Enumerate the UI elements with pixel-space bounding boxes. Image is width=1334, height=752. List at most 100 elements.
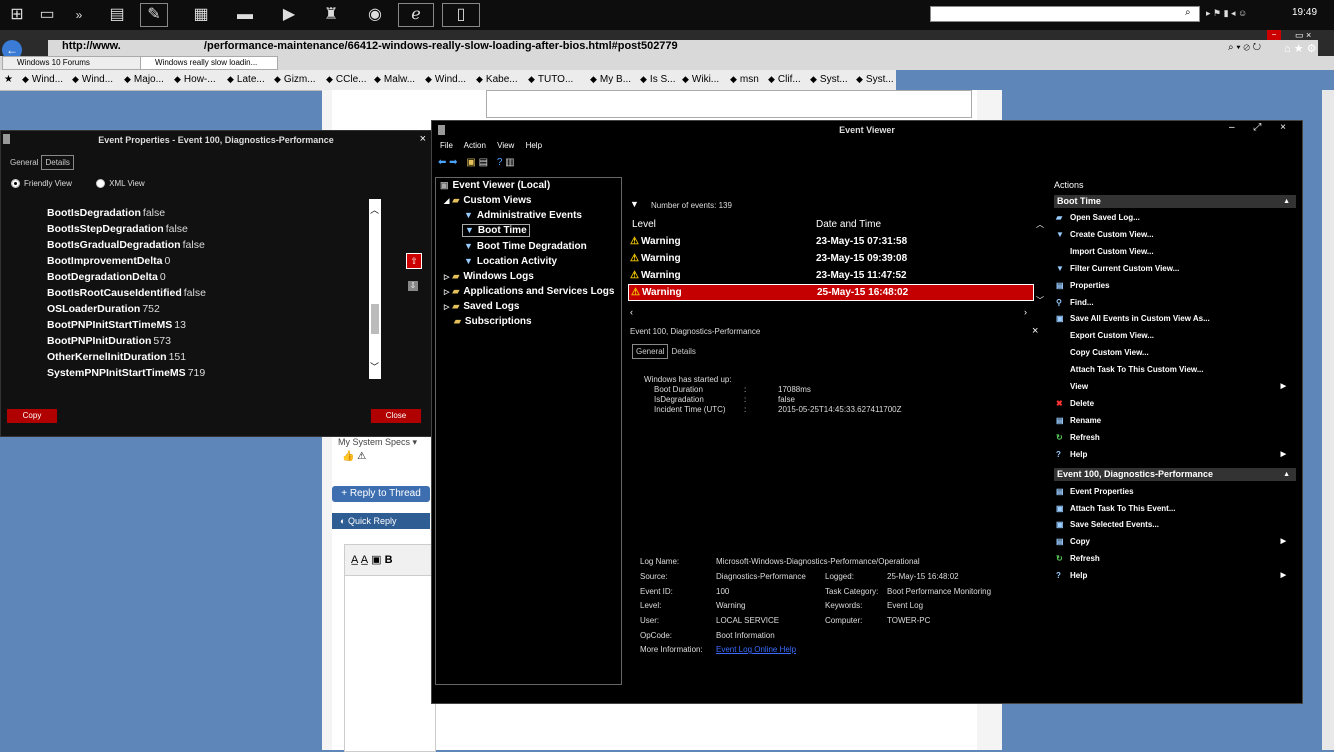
action-rename[interactable]: ▤ Rename (1056, 416, 1101, 425)
explorer-icon[interactable]: ▤ (104, 4, 130, 26)
minimize-browser-icon[interactable]: − (1267, 30, 1281, 40)
fav-item[interactable]: ◆ TUTO... (528, 74, 573, 85)
calc-icon[interactable]: ▯ (442, 3, 480, 27)
bottle-icon[interactable]: ♜ (318, 4, 344, 26)
fav-item[interactable]: ◆ CCle... (326, 74, 366, 85)
scroll-thumb[interactable] (371, 304, 379, 334)
tab-windows10forums[interactable]: Windows 10 Forums (2, 56, 144, 70)
xml-view-radio[interactable]: XML View (96, 179, 145, 189)
fav-item[interactable]: ◆ Wind... (22, 74, 63, 85)
action-save-all-events[interactable]: ▣ Save All Events in Custom View As... (1056, 314, 1210, 323)
table-row[interactable]: ⚠ Warning 23-May-15 09:39:08 (628, 251, 1032, 266)
flag-icon[interactable]: ▸ ⚑ ▮ ◂ ☺ (1206, 8, 1247, 19)
help-icon[interactable]: ? (497, 157, 503, 168)
action-filter-current-view[interactable]: ▼ Filter Current Custom View... (1056, 264, 1179, 273)
action-properties[interactable]: ▤ Properties (1056, 281, 1110, 290)
scroll-down-icon[interactable]: ﹀ (370, 360, 379, 373)
action-save-selected-events[interactable]: ▣ Save Selected Events... (1056, 520, 1159, 529)
reply-to-thread-button[interactable]: + Reply to Thread (332, 486, 430, 502)
tree-saved-logs[interactable]: ▷ ▰ Saved Logs (444, 301, 519, 312)
fav-item[interactable]: ◆ Wind... (425, 74, 466, 85)
thumbs-up-icon[interactable]: 👍 ⚠ (342, 451, 366, 462)
column-date-time[interactable]: Date and Time (816, 219, 881, 230)
tool-icon[interactable]: ✎ (140, 3, 168, 27)
fav-item[interactable]: ◆ Majo... (124, 74, 164, 85)
fav-item[interactable]: ◆ Late... (227, 74, 265, 85)
ie-icon[interactable]: ℯ (398, 3, 434, 27)
actions-section-boot-time[interactable]: Boot Time ▲ (1054, 195, 1296, 208)
favorites-star-icon[interactable]: ★ (4, 74, 13, 85)
action-view[interactable]: View ▶ (1056, 382, 1292, 391)
action-open-saved-log[interactable]: ▰ Open Saved Log... (1056, 213, 1140, 222)
action-delete[interactable]: ✖ Delete (1056, 399, 1094, 408)
tree-subscriptions[interactable]: ▰ Subscriptions (454, 316, 532, 327)
restore-browser-icon[interactable]: ▭ × (1295, 30, 1311, 41)
tree-windows-logs[interactable]: ▷ ▰ Windows Logs (444, 271, 534, 282)
tree-boot-time[interactable]: ▼ Boot Time (462, 224, 530, 237)
tree-boot-time-degradation[interactable]: ▼ Boot Time Degradation (464, 241, 587, 252)
tree-location-activity[interactable]: ▼ Location Activity (464, 256, 557, 267)
action-help[interactable]: ? Help ▶ (1056, 450, 1292, 459)
panel-icon[interactable]: ▥ (505, 157, 514, 168)
chrome-icon[interactable]: ◉ (362, 4, 388, 26)
back-icon[interactable]: ⬅ (438, 157, 446, 168)
action-refresh-event[interactable]: ↻ Refresh (1056, 554, 1100, 563)
close-button[interactable]: Close (371, 409, 421, 423)
page-scrollbar[interactable] (1322, 90, 1334, 750)
tree-root[interactable]: ▣ Event Viewer (Local) (440, 180, 550, 191)
action-find[interactable]: ⚲ Find... (1056, 298, 1094, 307)
friendly-view-radio[interactable]: Friendly View (11, 179, 72, 189)
action-create-custom-view[interactable]: ▼ Create Custom View... (1056, 230, 1154, 239)
action-attach-task-view[interactable]: Attach Task To This Custom View... (1056, 365, 1204, 374)
fav-item[interactable]: ◆ Is S... (640, 74, 675, 85)
scroll-left-icon[interactable]: ‹ (630, 307, 633, 317)
fav-item[interactable]: ◆ Clif... (768, 74, 801, 85)
details-scrollbar[interactable]: ︿ ﹀ (369, 199, 381, 379)
online-help-link[interactable]: Event Log Online Help (716, 645, 796, 654)
search-icon[interactable]: ⌕ (1185, 7, 1197, 19)
action-refresh[interactable]: ↻ Refresh (1056, 433, 1100, 442)
menu-file[interactable]: File (440, 141, 453, 150)
reply-editor[interactable]: A̲ A̲ ▣ B (344, 544, 436, 752)
folder-icon[interactable]: ▣ (466, 157, 475, 168)
tab-details[interactable]: Details (41, 155, 74, 170)
windows-icon[interactable]: ⊞ (4, 4, 30, 26)
close-detail-icon[interactable]: × (1032, 325, 1038, 337)
fav-item[interactable]: ◆ Kabe... (476, 74, 518, 85)
copy-button[interactable]: Copy (7, 409, 57, 423)
play-icon[interactable]: ▶ (276, 4, 302, 26)
detail-tab-details[interactable]: Details (668, 345, 698, 358)
grid-icon[interactable]: ▦ (188, 4, 214, 26)
menu-help[interactable]: Help (526, 141, 542, 150)
quick-reply-header[interactable]: ◐ Quick Reply (332, 513, 430, 529)
font-icon[interactable]: A̲ A̲ ▣ B (351, 553, 393, 566)
previous-event-icon[interactable]: ⇧ (406, 253, 422, 269)
fav-item[interactable]: ◆ My B... (590, 74, 631, 85)
list-icon[interactable]: ▤ (479, 157, 488, 168)
scroll-right-icon[interactable]: › (1024, 307, 1027, 317)
action-copy[interactable]: ▤ Copy ▶ (1056, 537, 1292, 546)
taskbar-search-input[interactable]: ⌕ (930, 6, 1200, 22)
clock[interactable]: 19:49 (1292, 7, 1317, 18)
fav-item[interactable]: ◆ Wind... (72, 74, 113, 85)
fav-item[interactable]: ◆ Wiki... (682, 74, 719, 85)
action-import-custom-view[interactable]: Import Custom View... (1056, 247, 1154, 256)
table-row[interactable]: ⚠ Warning 23-May-15 11:47:52 (628, 268, 1032, 283)
fav-item[interactable]: ◆ msn (730, 74, 759, 85)
chevron-icon[interactable]: » (66, 4, 92, 26)
action-export-custom-view[interactable]: Export Custom View... (1056, 331, 1154, 340)
action-attach-task-event[interactable]: ▣ Attach Task To This Event... (1056, 504, 1176, 513)
menu-view[interactable]: View (497, 141, 514, 150)
table-scroll-up-icon[interactable]: ︿ (1036, 219, 1044, 230)
detail-tab-general[interactable]: General (632, 344, 669, 359)
forward-icon[interactable]: ➡ (449, 157, 457, 168)
tab-current[interactable]: Windows really slow loadin... (140, 56, 278, 70)
column-level[interactable]: Level (632, 219, 656, 230)
home-icon[interactable]: ⌂ ★ ⚙ (1284, 42, 1316, 55)
action-copy-custom-view[interactable]: Copy Custom View... (1056, 348, 1149, 357)
task-view-icon[interactable]: ▭ (34, 4, 60, 26)
tree-administrative-events[interactable]: ▼ Administrative Events (464, 210, 582, 221)
table-row[interactable]: ⚠ Warning 23-May-15 07:31:58 (628, 234, 1032, 249)
fav-item[interactable]: ◆ Syst... (856, 74, 894, 85)
action-help-event[interactable]: ? Help ▶ (1056, 571, 1292, 580)
